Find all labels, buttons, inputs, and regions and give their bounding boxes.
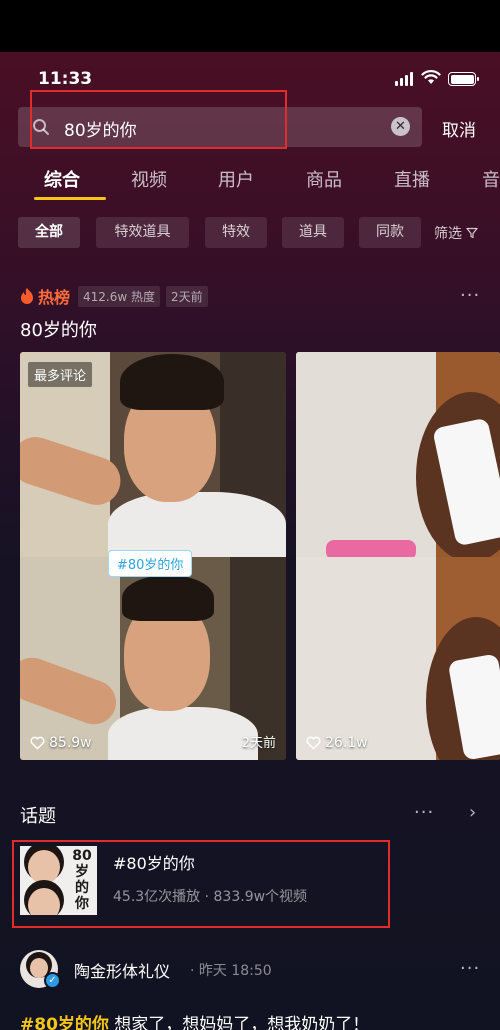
filter-chip-effects[interactable]: 特效 bbox=[205, 217, 267, 248]
hot-list-label: 热榜 bbox=[38, 288, 71, 307]
search-tabs: 综合 视频 用户 商品 直播 音 bbox=[0, 166, 500, 206]
status-time: 11:33 bbox=[38, 69, 93, 89]
like-count-text: 26.1w bbox=[325, 735, 368, 751]
search-icon bbox=[33, 119, 49, 135]
flame-icon bbox=[21, 288, 33, 304]
video-frame-top bbox=[296, 352, 500, 557]
heart-icon bbox=[30, 736, 45, 750]
post-author[interactable]: 陶金形体礼仪 bbox=[74, 958, 170, 982]
topics-more-icon[interactable]: ··· bbox=[414, 802, 434, 823]
topics-section-title: 话题 bbox=[20, 806, 56, 827]
topic-thumb-text: 80岁的你 bbox=[72, 848, 92, 912]
video-card-1[interactable]: 最多评论 #80岁的你 85.9w 2天前 bbox=[20, 352, 286, 760]
topic-title[interactable]: #80岁的你 bbox=[113, 850, 195, 874]
tab-products[interactable]: 商品 bbox=[306, 166, 342, 192]
tab-video[interactable]: 视频 bbox=[131, 166, 167, 192]
video-date: 2天前 bbox=[241, 736, 276, 751]
filter-chip-effect-props[interactable]: 特效道具 bbox=[96, 217, 189, 248]
hashtag-sticker: #80岁的你 bbox=[108, 550, 193, 577]
hot-list-row[interactable]: 热榜 412.6w 热度 2天前 bbox=[20, 285, 214, 307]
tab-live[interactable]: 直播 bbox=[394, 166, 430, 192]
battery-icon bbox=[448, 72, 479, 86]
filter-chip-all[interactable]: 全部 bbox=[18, 217, 80, 248]
filter-chip-props[interactable]: 道具 bbox=[282, 217, 344, 248]
filter-chip-same-style[interactable]: 同款 bbox=[359, 217, 421, 248]
tab-comprehensive[interactable]: 综合 bbox=[44, 166, 80, 192]
hot-time-badge: 2天前 bbox=[166, 285, 208, 307]
search-input[interactable]: 80岁的你 ✕ bbox=[18, 107, 422, 147]
search-query-text: 80岁的你 bbox=[64, 121, 137, 141]
heart-icon bbox=[306, 736, 321, 750]
tab-music[interactable]: 音 bbox=[482, 166, 500, 192]
verified-badge-icon: ✓ bbox=[44, 972, 61, 989]
post-text: 想家了，想妈妈了，想我奶奶了！ bbox=[108, 1015, 370, 1030]
hot-topic-title[interactable]: 80岁的你 bbox=[20, 316, 97, 342]
like-count: 26.1w bbox=[306, 735, 368, 751]
app-screen: 11:33 80岁的你 ✕ 取消 综合 视频 用户 商品 直播 音 全部 特效道… bbox=[0, 52, 500, 1030]
filter-label: 筛选 bbox=[434, 226, 462, 242]
heat-badge: 412.6w 热度 bbox=[78, 285, 160, 307]
like-count-text: 85.9w bbox=[49, 735, 92, 751]
video-card-2[interactable]: 26.1w bbox=[296, 352, 500, 760]
video-frame-bottom bbox=[296, 557, 500, 760]
most-comments-badge: 最多评论 bbox=[28, 362, 93, 387]
funnel-icon bbox=[466, 227, 479, 239]
post-time: · 昨天 18:50 bbox=[190, 963, 272, 979]
filter-button[interactable]: 筛选 bbox=[434, 223, 479, 243]
cancel-button[interactable]: 取消 bbox=[442, 116, 476, 141]
clear-search-icon[interactable]: ✕ bbox=[391, 117, 410, 136]
status-bar: 11:33 bbox=[0, 52, 500, 104]
post-more-icon[interactable]: ··· bbox=[460, 958, 480, 979]
chevron-right-icon[interactable]: › bbox=[469, 802, 476, 823]
wifi-icon bbox=[421, 70, 441, 84]
topic-thumbnail[interactable]: 80岁的你 bbox=[20, 846, 97, 915]
tab-users[interactable]: 用户 bbox=[218, 166, 254, 192]
post-hashtag[interactable]: #80岁的你 bbox=[20, 1015, 109, 1030]
topic-stats: 45.3亿次播放 · 833.9w个视频 bbox=[113, 889, 308, 905]
video-frame-bottom bbox=[20, 557, 286, 760]
cellular-signal-icon bbox=[395, 72, 413, 86]
like-count: 85.9w bbox=[30, 735, 92, 751]
active-tab-indicator bbox=[34, 197, 106, 200]
post-caption[interactable]: #80岁的你 想家了，想妈妈了，想我奶奶了！ bbox=[20, 1010, 369, 1030]
hot-more-icon[interactable]: ··· bbox=[460, 285, 480, 306]
